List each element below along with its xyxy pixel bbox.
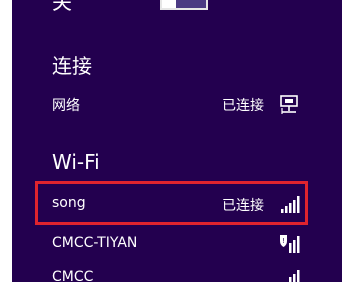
wifi-heading: Wi-Fi <box>52 150 100 174</box>
toggle-track <box>176 0 206 8</box>
wired-network-icon <box>278 93 302 115</box>
wifi-network-name: CMCC <box>52 269 94 282</box>
selected-network-highlight <box>35 181 308 225</box>
network-panel: 关 连接 网络 已连接 Wi-Fi song 已连接 CMCC-TIYAN ! … <box>12 0 342 282</box>
network-row[interactable]: 网络 已连接 <box>12 88 342 120</box>
wifi-network-name: CMCC-TIYAN <box>52 235 138 251</box>
wifi-signal-shield-icon: ! <box>278 233 302 255</box>
network-name: 网络 <box>52 98 80 114</box>
wifi-signal-icon <box>278 267 302 282</box>
svg-text:!: ! <box>282 237 285 245</box>
connections-heading: 连接 <box>52 54 92 78</box>
airplane-mode-toggle[interactable] <box>160 0 208 10</box>
wifi-network-row[interactable]: CMCC-TIYAN ! <box>12 228 342 260</box>
wifi-network-row[interactable]: CMCC <box>12 262 342 282</box>
airplane-mode-label: 关 <box>52 0 72 14</box>
network-status: 已连接 <box>222 98 264 114</box>
